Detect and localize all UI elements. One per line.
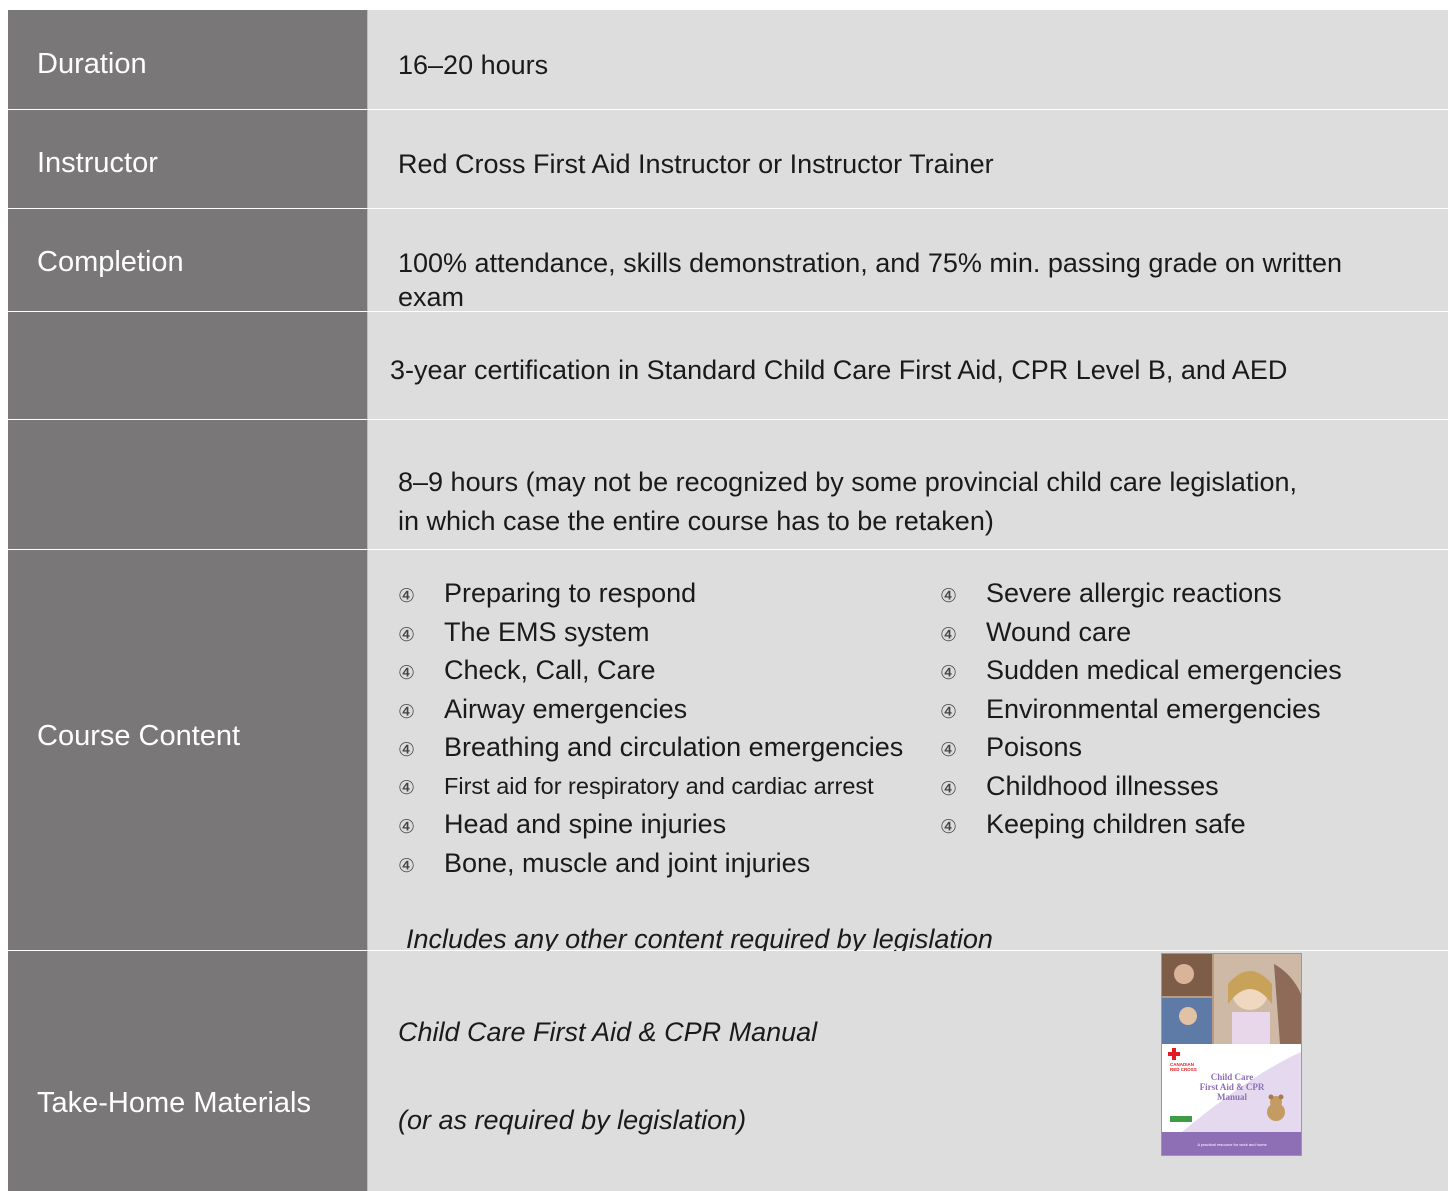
list-item: ④ Breathing and circulation emergencies [398,728,903,767]
row-label [8,312,367,419]
list-item: ④ Airway emergencies [398,690,903,729]
list-item: ④ Sudden medical emergencies [940,651,1342,690]
list-item: ④ Poisons [940,728,1342,767]
cover-tagline: A practical resource for work and home [1197,1142,1267,1147]
row-course-content: Course Content ④ Preparing to respond ④ Th… [8,550,1448,954]
row-duration: Duration 16–20 hours [8,10,1448,110]
list-item: ④ Bone, muscle and joint injuries [398,844,903,883]
bullet-icon: ④ [398,663,416,684]
list-item: ④ Environmental emergencies [940,690,1342,729]
bullet-icon: ④ [398,855,416,877]
value-materials-note: (or as required by legislation) [398,1105,747,1135]
bullet-icon: ④ [940,624,958,646]
topics-column-left: ④ Preparing to respond ④ The EMS system ④C… [398,574,903,882]
bullet-icon: ④ [940,701,958,723]
bullet-icon: ④ [940,778,958,800]
value-duration: 16–20 hours [398,50,549,80]
label-instructor: Instructor [37,147,158,179]
row-label: Duration [8,10,367,109]
manual-cover-image: CANADIAN RED CROSS Child Care First Aid … [1161,953,1302,1156]
list-item: ④ Keeping children safe [940,805,1342,844]
bullet-icon: ④ [398,740,416,761]
list-item: ④ First aid for respiratory and cardiac a… [398,767,903,806]
row-value: 16–20 hours [367,10,1448,109]
row-label: Completion [8,209,367,311]
label-course-content: Course Content [37,720,241,752]
row-value: 8–9 hours (may not be recognized by some… [367,420,1448,549]
row-value: 100% attendance, skills demonstration, a… [367,209,1448,312]
label-completion: Completion [37,246,184,278]
row-label: Course Content [8,550,367,950]
bullet-icon: ④ [398,701,416,723]
bullet-icon: ④ [940,586,958,607]
list-item: ④ The EMS system [398,613,903,652]
cover-title-line3: Manual [1217,1092,1248,1102]
label-materials: Take-Home Materials [37,1087,311,1119]
list-item: ④ Check, Call, Care [398,651,903,690]
bullet-icon: ④ [398,777,416,799]
bullet-icon: ④ [398,586,416,607]
list-item: ④ Severe allergic reactions [940,574,1342,613]
cover-title-line2: First Aid & CPR [1200,1082,1265,1092]
org-name-line2: RED CROSS [1170,1067,1197,1072]
row-certification: 3-year certification in Standard Child C… [8,312,1448,420]
value-certification: 3-year certification in Standard Child C… [390,355,1288,385]
row-value: 3-year certification in Standard Child C… [367,312,1448,419]
cover-title-line1: Child Care [1211,1072,1254,1082]
row-label: Instructor [8,110,367,208]
row-instructor: Instructor Red Cross First Aid Instructo… [8,110,1448,209]
value-completion-line1: 100% attendance, skills demonstration, a… [398,248,1343,278]
manual-cover-art: CANADIAN RED CROSS Child Care First Aid … [1162,954,1301,1155]
list-item: ④ Head and spine injuries [398,805,903,844]
value-materials-title: Child Care First Aid & CPR Manual [398,1017,818,1047]
value-recert-line1: 8–9 hours (may not be recognized by some… [398,467,1297,497]
row-recertification: 8–9 hours (may not be recognized by some… [8,420,1448,550]
list-item: ④ Wound care [940,613,1342,652]
row-value: ④ Preparing to respond ④ The EMS system ④C… [367,550,1448,954]
label-duration: Duration [37,48,147,80]
value-instructor: Red Cross First Aid Instructor or Instru… [398,149,994,179]
list-item: ④ Preparing to respond [398,574,903,613]
value-recert-line2: in which case the entire course has to b… [398,506,994,536]
bullet-icon: ④ [940,740,958,761]
row-label [8,420,367,549]
row-value: Red Cross First Aid Instructor or Instru… [367,110,1448,208]
row-value: Child Care First Aid & CPR Manual (or as… [367,951,1448,1191]
bullet-icon: ④ [398,817,416,838]
row-label: Take-Home Materials [8,951,367,1191]
bullet-icon: ④ [398,624,416,646]
row-take-home-materials: Take-Home Materials Child Care First Aid… [8,951,1448,1191]
topics-column-right: ④ Severe allergic reactions ④ Wound care ④… [940,574,1342,844]
bullet-icon: ④ [940,817,958,838]
bullet-icon: ④ [940,663,958,684]
list-item: ④ Childhood illnesses [940,767,1342,806]
row-completion: Completion 100% attendance, skills demon… [8,209,1448,312]
